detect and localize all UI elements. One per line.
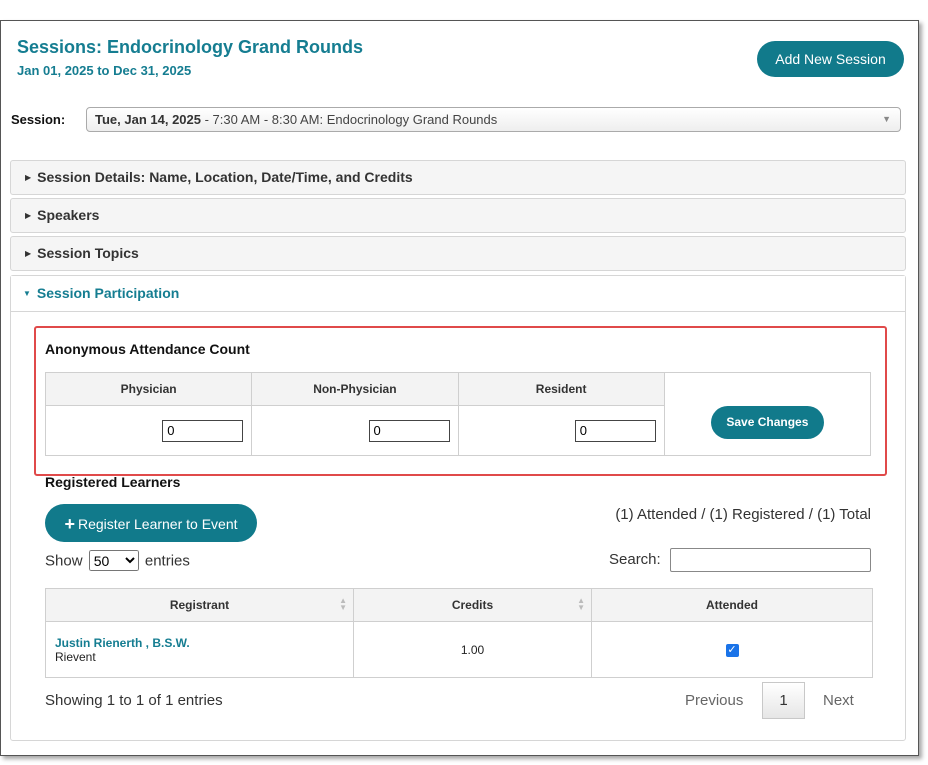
session-label: Session:: [11, 112, 66, 127]
register-learner-label: Register Learner to Event: [77, 515, 238, 532]
panel-session-participation-label: Session Participation: [36, 285, 180, 301]
checkmark-icon: ✓: [727, 644, 737, 656]
register-learner-button[interactable]: + Register Learner to Event: [45, 504, 257, 542]
pagination-previous[interactable]: Previous: [685, 692, 743, 709]
search-label: Search:: [609, 551, 661, 568]
column-header-attended: Attended: [591, 588, 873, 622]
page-title: Sessions: Endocrinology Grand Rounds: [17, 37, 364, 57]
session-select[interactable]: Tue, Jan 14, 2025 - 7:30 AM - 8:30 AM: E…: [86, 107, 901, 132]
show-label: Show: [45, 552, 83, 570]
highlight-box: [34, 326, 887, 476]
add-new-session-button[interactable]: Add New Session: [757, 41, 904, 77]
caret-right-icon: ▶: [25, 211, 32, 220]
date-range: Jan 01, 2025 to Dec 31, 2025: [17, 63, 192, 78]
registered-learners-title: Registered Learners: [45, 474, 181, 490]
panel-speakers-label: Speakers: [37, 207, 100, 223]
attended-checkbox[interactable]: ✓: [725, 644, 739, 657]
session-selected-date: Tue, Jan 14, 2025: [95, 112, 201, 127]
attendance-summary: (1) Attended / (1) Registered / (1) Tota…: [615, 506, 871, 523]
registrant-cell: Justin Rienerth , B.S.W. Rievent: [45, 621, 354, 678]
caret-right-icon: ▶: [25, 249, 32, 258]
credits-cell: 1.00: [353, 621, 592, 678]
panel-speakers[interactable]: ▶ Speakers: [10, 198, 906, 233]
session-selected-detail: - 7:30 AM - 8:30 AM: Endocrinology Grand…: [201, 112, 498, 127]
showing-entries-info: Showing 1 to 1 of 1 entries: [45, 692, 223, 709]
page-size-select[interactable]: 50: [88, 550, 139, 571]
pagination-page-1[interactable]: 1: [762, 682, 805, 719]
learner-name-link[interactable]: Justin Rienerth , B.S.W.: [55, 636, 352, 650]
plus-icon: +: [64, 513, 75, 534]
learner-organization: Rievent: [55, 649, 96, 664]
entries-label: entries: [144, 552, 190, 570]
registrant-header-label: Registrant: [169, 598, 230, 612]
attended-cell: ✓: [591, 621, 873, 678]
learners-table: Registrant ▲ ▼ Credits ▲ ▼ Attended Justin R…: [45, 588, 873, 678]
sort-icon: ▲ ▼: [577, 596, 585, 612]
panel-session-topics-label: Session Topics: [37, 245, 139, 261]
panel-session-participation-header[interactable]: ▼ Session Participation: [11, 276, 905, 312]
column-header-registrant[interactable]: Registrant ▲ ▼: [45, 588, 354, 622]
sort-icon: ▲ ▼: [339, 596, 347, 612]
panel-session-topics[interactable]: ▶ Session Topics: [10, 236, 906, 271]
show-entries: Show 50 entries: [45, 550, 190, 571]
search-input[interactable]: [670, 548, 871, 572]
panel-session-details-label: Session Details: Name, Location, Date/Ti…: [37, 169, 413, 185]
credits-header-label: Credits: [451, 598, 494, 612]
caret-down-icon: ▼: [23, 289, 31, 298]
chevron-down-icon: ▼: [882, 114, 891, 124]
caret-right-icon: ▶: [25, 173, 32, 182]
attended-header-label: Attended: [706, 598, 758, 612]
column-header-credits[interactable]: Credits ▲ ▼: [353, 588, 592, 622]
table-row: Justin Rienerth , B.S.W. Rievent 1.00 ✓: [45, 621, 873, 678]
pagination-next[interactable]: Next: [823, 692, 854, 709]
panel-session-details[interactable]: ▶ Session Details: Name, Location, Date/T…: [10, 160, 906, 195]
